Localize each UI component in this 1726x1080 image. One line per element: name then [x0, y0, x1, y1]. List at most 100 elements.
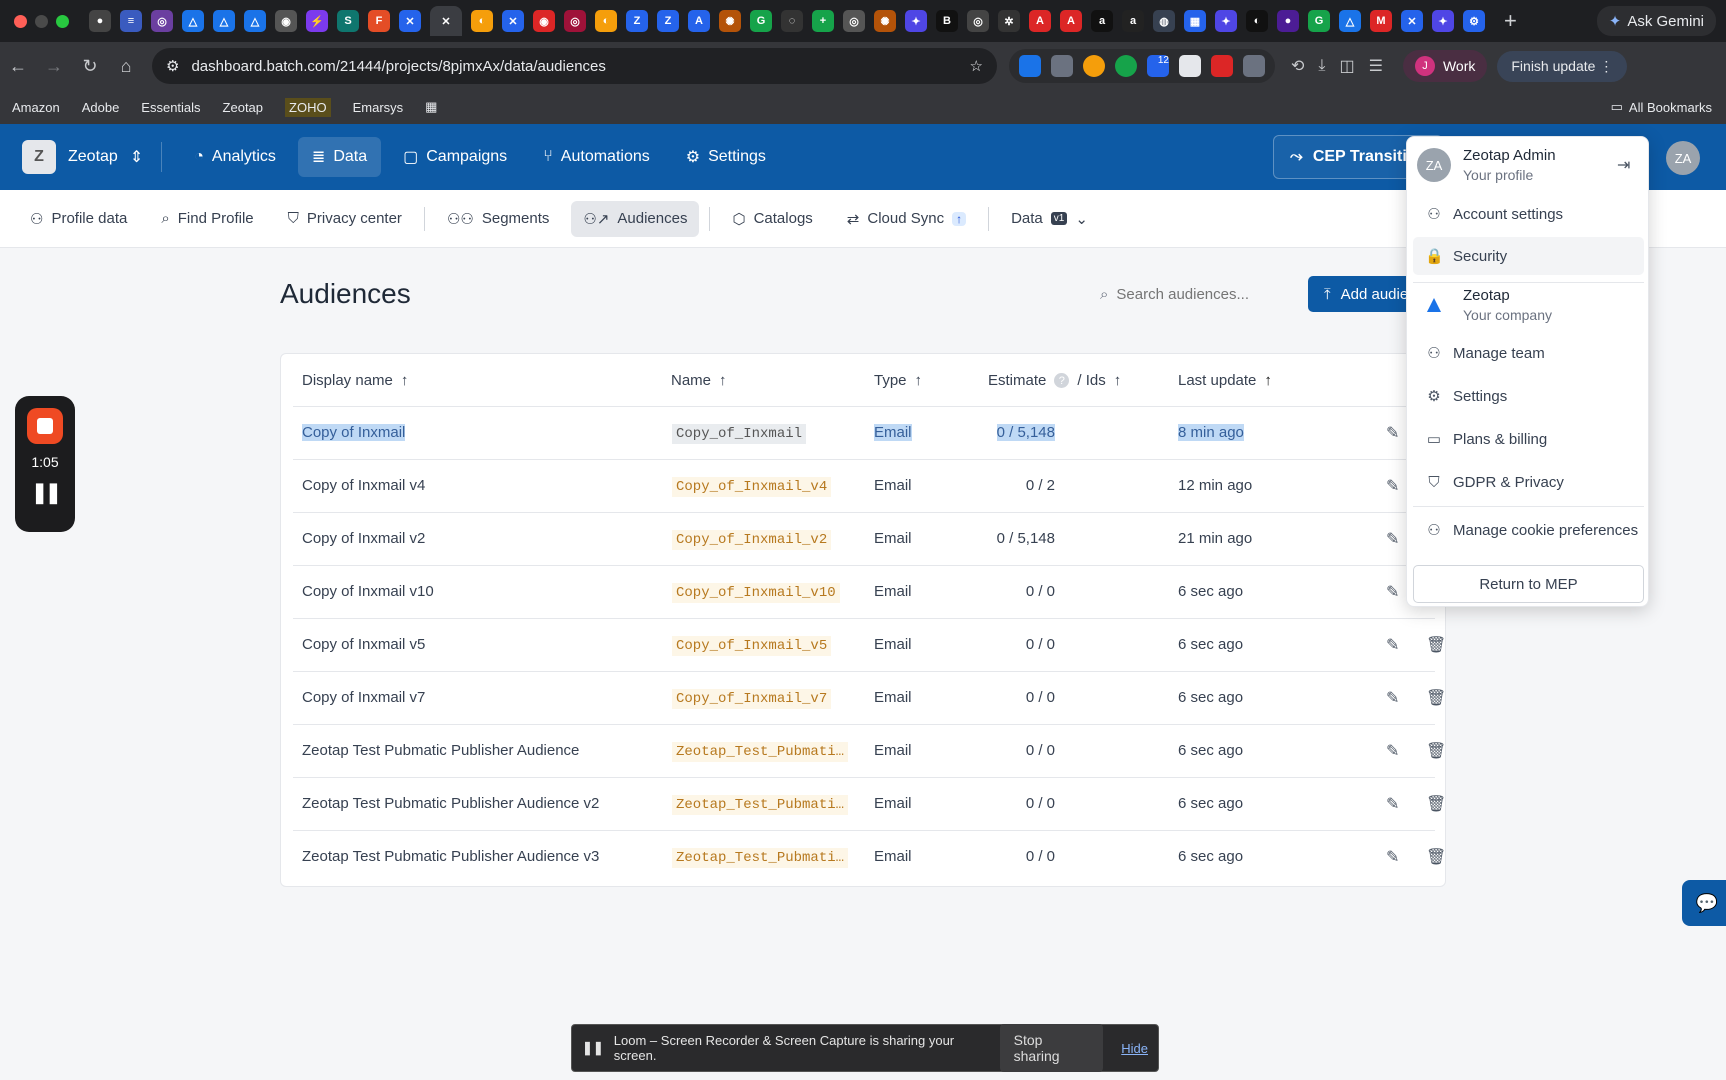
bookmark-item[interactable]: Amazon [12, 100, 60, 115]
tab-favicon[interactable]: ✦ [905, 10, 927, 32]
tab-favicon[interactable]: ◐ [1246, 10, 1268, 32]
edit-pencil-icon[interactable]: ✎ [1386, 741, 1399, 761]
trash-icon[interactable]: 🗑 [1426, 794, 1446, 814]
extension-badge-icon[interactable]: 12 [1147, 55, 1169, 77]
stop-recording-button[interactable] [27, 408, 63, 444]
apps-grid-icon[interactable]: ▦ [425, 99, 437, 115]
tab-favicon[interactable]: ◍ [1153, 10, 1175, 32]
history-icon[interactable]: ⟲ [1291, 56, 1304, 76]
extension-icon[interactable] [1083, 55, 1105, 77]
return-to-mep-button[interactable]: Return to MEP [1413, 565, 1644, 603]
edit-pencil-icon[interactable]: ✎ [1386, 794, 1399, 814]
table-row[interactable]: Zeotap Test Pubmatic Publisher Audience … [293, 724, 1446, 777]
tab-favicon[interactable]: A [1029, 10, 1051, 32]
table-row[interactable]: Copy of Inxmail v5 Copy_of_Inxmail_v5 Em… [293, 618, 1446, 671]
trash-icon[interactable]: 🗑 [1426, 847, 1446, 867]
search-input[interactable] [1116, 285, 1267, 303]
tab-favicon[interactable]: △ [182, 10, 204, 32]
tab-favicon[interactable]: A [688, 10, 710, 32]
ask-gemini-button[interactable]: ✦ Ask Gemini [1596, 6, 1716, 36]
tab-favicon[interactable]: Z [626, 10, 648, 32]
tab-favicon[interactable]: a [1091, 10, 1113, 32]
edit-pencil-icon[interactable]: ✎ [1386, 847, 1399, 867]
bookmark-item[interactable]: Essentials [141, 100, 200, 115]
tab-favicon[interactable]: ✺ [874, 10, 896, 32]
tab-favicon[interactable]: + [812, 10, 834, 32]
profile-button[interactable]: J Work [1402, 50, 1488, 82]
table-row[interactable]: Copy of Inxmail v2 Copy_of_Inxmail_v2 Em… [293, 512, 1435, 565]
tab-favicon[interactable]: G [1308, 10, 1330, 32]
edit-pencil-icon[interactable]: ✎ [1386, 688, 1399, 708]
col-header-name[interactable]: Name ↑ [671, 372, 727, 389]
extension-icon[interactable] [1019, 55, 1041, 77]
company-link[interactable]: ▲ Zeotap Your company [1417, 287, 1552, 323]
tab-favicon[interactable]: ◎ [843, 10, 865, 32]
menu-manage-team[interactable]: ⚇ Manage team [1413, 334, 1644, 372]
tab-favicon[interactable]: ✦ [1215, 10, 1237, 32]
all-bookmarks-button[interactable]: ▭ All Bookmarks [1611, 99, 1712, 115]
bookmark-item[interactable]: Zeotap [223, 100, 263, 115]
trash-icon[interactable]: 🗑 [1426, 635, 1446, 655]
forward-arrow-icon[interactable]: → [36, 56, 72, 77]
subnav-profile-data[interactable]: ⚇ Profile data [18, 201, 139, 237]
extension-icon[interactable] [1115, 55, 1137, 77]
tab-favicon[interactable]: ◎ [151, 10, 173, 32]
subnav-audiences[interactable]: ⚇↗ Audiences [571, 200, 700, 237]
tab-favicon[interactable]: ◉ [275, 10, 297, 32]
puzzle-icon[interactable] [1243, 55, 1265, 77]
edit-pencil-icon[interactable]: ✎ [1386, 529, 1399, 549]
screenshot-icon[interactable]: ◫ [1339, 56, 1354, 76]
tab-favicon[interactable]: △ [1339, 10, 1361, 32]
tab-favicon[interactable]: ● [1277, 10, 1299, 32]
tab-favicon[interactable]: ⚡ [306, 10, 328, 32]
table-row[interactable]: Copy of Inxmail v7 Copy_of_Inxmail_v7 Em… [293, 671, 1446, 724]
search-box[interactable]: ⌕ [1100, 276, 1290, 312]
nav-settings[interactable]: ⚙ Settings [672, 137, 780, 177]
tab-favicon[interactable]: ≡ [120, 10, 142, 32]
menu-plans-billing[interactable]: ▭ Plans & billing [1413, 420, 1644, 458]
tab-favicon[interactable]: ◐ [471, 10, 493, 32]
nav-data[interactable]: ≣ Data [297, 137, 382, 177]
user-avatar-button[interactable]: ZA [1666, 141, 1700, 175]
tab-active[interactable]: ✕ [430, 6, 462, 36]
edit-pencil-icon[interactable]: ✎ [1386, 476, 1399, 496]
address-bar[interactable]: ⚙ dashboard.batch.com/21444/projects/8pj… [152, 48, 997, 84]
table-row[interactable]: Zeotap Test Pubmatic Publisher Audience … [293, 777, 1446, 830]
edit-pencil-icon[interactable]: ✎ [1386, 423, 1399, 443]
logout-icon[interactable]: ⇥ [1617, 155, 1630, 175]
subnav-data-menu[interactable]: Data v1 ⌄ [999, 201, 1100, 237]
shield-icon[interactable] [1051, 55, 1073, 77]
tab-favicon[interactable]: ⚙ [1463, 10, 1485, 32]
extension-icon[interactable] [1179, 55, 1201, 77]
tab-favicon[interactable]: M [1370, 10, 1392, 32]
menu-gdpr-privacy[interactable]: ⛉ GDPR & Privacy [1413, 463, 1644, 501]
table-row[interactable]: Zeotap Test Pubmatic Publisher Audience … [293, 830, 1446, 883]
tab-favicon[interactable]: ✲ [998, 10, 1020, 32]
menu-account-settings[interactable]: ⚇ Account settings [1413, 195, 1644, 233]
col-header-display-name[interactable]: Display name ↑ [302, 372, 408, 389]
tab-favicon[interactable]: B [936, 10, 958, 32]
bookmark-star-icon[interactable]: ☆ [970, 57, 983, 75]
tab-favicon[interactable]: ◌ [781, 10, 803, 32]
subnav-privacy-center[interactable]: ⛉ Privacy center [276, 201, 414, 236]
tab-favicon[interactable]: ● [89, 10, 111, 32]
hide-link[interactable]: Hide [1121, 1041, 1148, 1056]
tab-favicon[interactable]: △ [213, 10, 235, 32]
profile-link[interactable]: ZA Zeotap Admin Your profile [1417, 147, 1556, 183]
table-row[interactable]: Copy of Inxmail Copy_of_Inxmail Email 0 … [293, 406, 1435, 459]
edit-pencil-icon[interactable]: ✎ [1386, 582, 1399, 602]
menu-settings[interactable]: ⚙ Settings [1413, 377, 1644, 415]
table-row[interactable]: Copy of Inxmail v4 Copy_of_Inxmail_v4 Em… [293, 459, 1435, 512]
col-header-last-update[interactable]: Last update ↑ [1178, 372, 1272, 389]
back-arrow-icon[interactable]: ← [0, 56, 36, 77]
tab-favicon[interactable]: Z [657, 10, 679, 32]
nav-analytics[interactable]: ◔ Analytics [180, 138, 290, 176]
tab-favicon[interactable]: S [337, 10, 359, 32]
stop-sharing-button[interactable]: Stop sharing [999, 1024, 1104, 1072]
tab-favicon[interactable]: ◉ [533, 10, 555, 32]
tab-favicon[interactable]: a [1122, 10, 1144, 32]
tab-favicon[interactable]: ✦ [1432, 10, 1454, 32]
nav-automations[interactable]: ⑂ Automations [529, 138, 664, 176]
subnav-segments[interactable]: ⚇⚇ Segments [435, 201, 561, 237]
col-header-type[interactable]: Type ↑ [874, 372, 922, 389]
